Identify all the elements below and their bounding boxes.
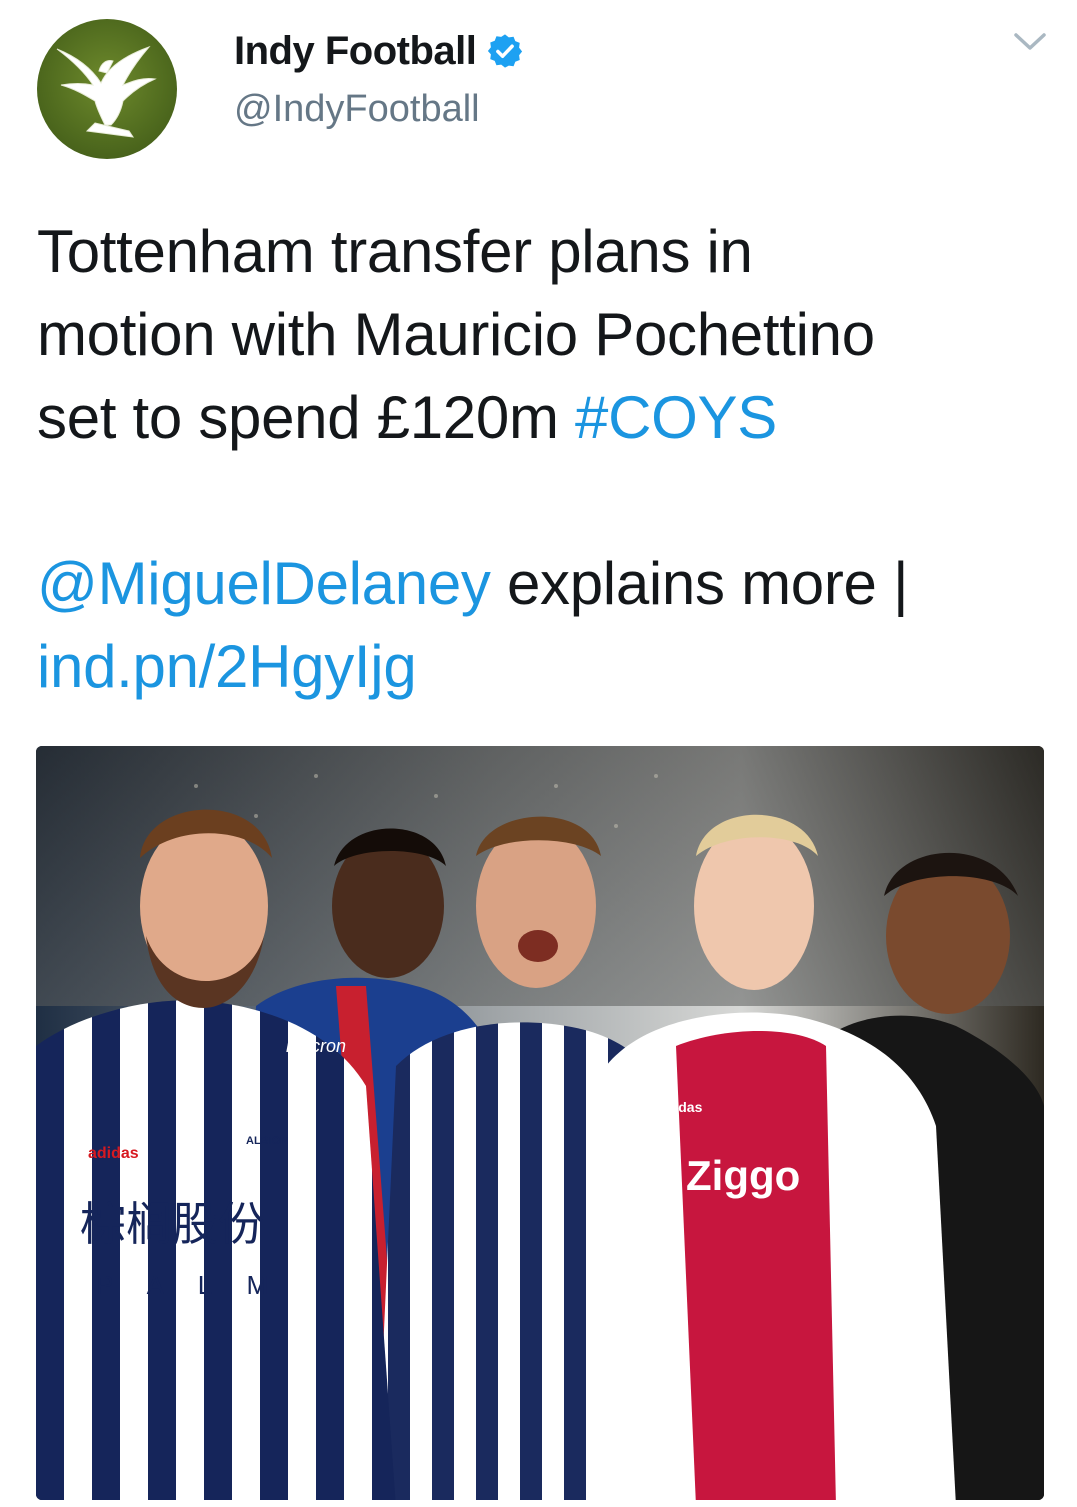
wba-kit-brand-text: adidas	[88, 1145, 139, 1162]
avatar[interactable]	[37, 19, 177, 159]
author-display-name[interactable]: Indy Football	[234, 29, 477, 74]
tweet-text: Tottenham transfer plans in motion with …	[37, 210, 1037, 708]
tweet-photo[interactable]: Ziggo adidas adidas ALBION 棕榈股份 P A L M …	[36, 746, 1044, 1500]
palace-sponsor-text: macron	[286, 1036, 346, 1056]
ajax-kit-brand-text: adidas	[658, 1099, 703, 1115]
mention-link[interactable]: @MiguelDelaney	[37, 550, 491, 617]
tweet-text-line1: Tottenham transfer plans in	[37, 218, 753, 285]
players-collage-image: Ziggo adidas adidas ALBION 棕榈股份 P A L M …	[36, 746, 1044, 1500]
hashtag-link[interactable]: #COYS	[575, 384, 777, 451]
mention-suffix: explains more |	[490, 550, 909, 617]
short-link[interactable]: ind.pn/2HgyIjg	[37, 633, 417, 700]
chinese-sponsor-text: 棕榈股份	[80, 1197, 264, 1251]
verified-badge-icon	[488, 34, 523, 68]
eagle-logo-icon	[56, 45, 157, 138]
author-handle[interactable]: @IndyFootball	[234, 88, 480, 131]
tweet-text-line2: motion with Mauricio Pochettino	[37, 301, 875, 368]
ajax-sponsor-text: Ziggo	[686, 1152, 800, 1199]
albion-badge-text: ALBION	[246, 1135, 288, 1147]
author-row: Indy Football	[234, 26, 524, 76]
chevron-down-icon[interactable]	[1012, 28, 1048, 56]
tweet-text-line3: set to spend £120m	[37, 384, 575, 451]
palm-sponsor-text: P A L M	[96, 1270, 282, 1300]
